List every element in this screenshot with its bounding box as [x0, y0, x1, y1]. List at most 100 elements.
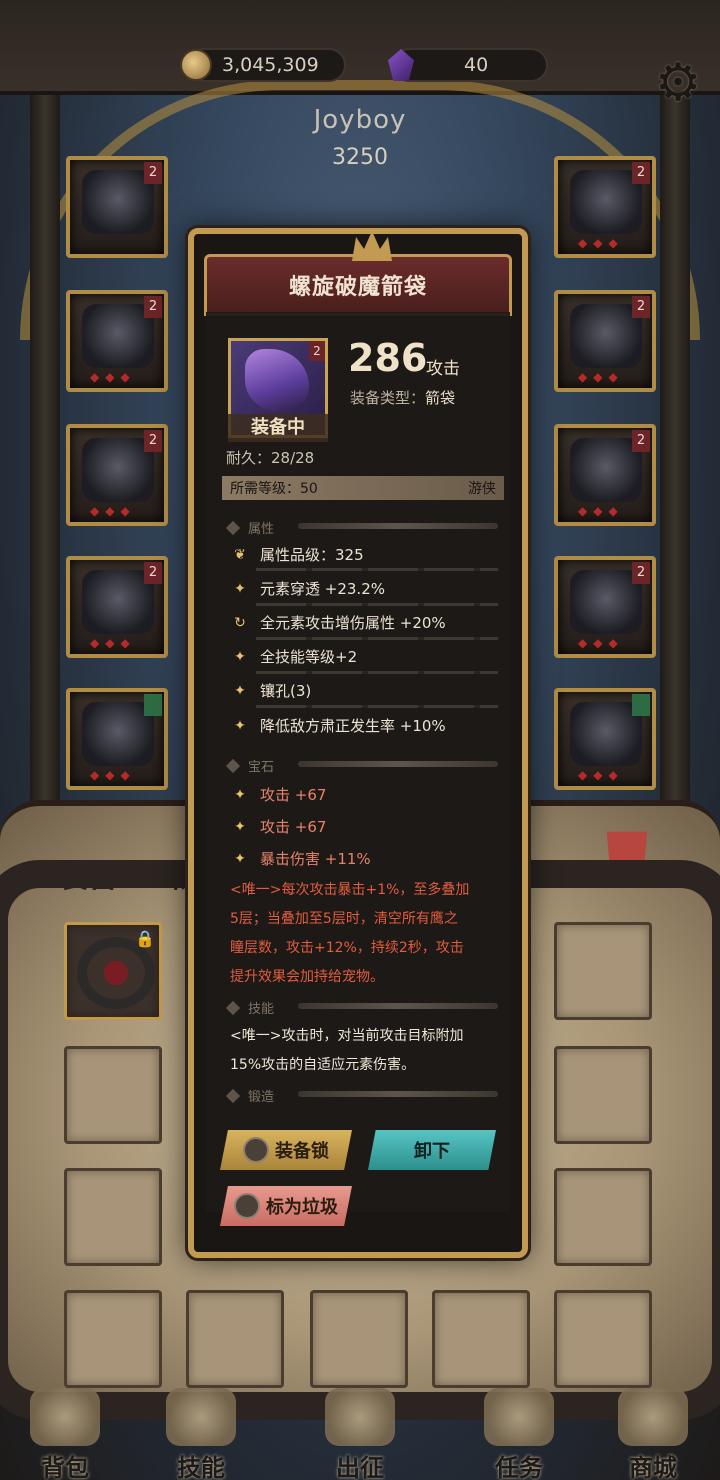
quiver-icon [245, 349, 309, 411]
inventory-slot[interactable] [554, 1046, 652, 1144]
section-skills: 技能 [225, 998, 498, 1017]
sparkle-icon: ✦ [234, 648, 246, 665]
inventory-slot[interactable] [186, 1290, 284, 1388]
equip-slot-helmet[interactable]: 2 [66, 156, 168, 258]
settings-gear-icon[interactable]: ⚙ [650, 55, 706, 111]
attribute-text: 属性品级：325 [260, 546, 364, 564]
diamond-icon [225, 758, 241, 773]
equip-slot-boots[interactable]: ◆◆◆ [66, 688, 168, 790]
nav-label: 出征 [336, 1454, 384, 1480]
nav-label: 背包 [41, 1454, 89, 1480]
equip-slot-quiver[interactable]: ◆◆◆ [554, 688, 656, 790]
equip-slot-amulet[interactable]: 2 ◆◆◆ [554, 156, 656, 258]
unique-line: 5层；当叠加至5层时，清空所有鹰之 [230, 911, 458, 927]
socket-gems: ◆◆◆ [90, 504, 136, 518]
attribute-row: ✦ 全技能等级+2 [228, 646, 357, 667]
slot-level-badge: 2 [632, 162, 650, 184]
skill-effect-text: <唯一>攻击时，对当前攻击目标附加 15%攻击的自适应元素伤害。 [230, 1022, 512, 1080]
trash-lantern-icon [234, 1193, 260, 1219]
attribute-row: ❦ 属性品级：325 [228, 544, 364, 565]
socket-gems: ◆◆◆ [578, 636, 624, 650]
socket-gems: ◆◆◆ [578, 236, 624, 250]
equipment-lock-button[interactable]: 装备锁 [220, 1130, 352, 1170]
nav-expedition[interactable]: 出征 [305, 1380, 415, 1480]
socket-gems: ◆◆◆ [90, 768, 136, 782]
equip-slot-bow[interactable]: 2 ◆◆◆ [554, 556, 656, 658]
backpack-icon [30, 1388, 100, 1446]
gem-row: ✦ 暴击伤害 +11% [228, 848, 371, 869]
player-name: Joyboy [313, 105, 407, 135]
divider [256, 671, 498, 674]
sparkle-icon: ✦ [234, 682, 246, 699]
equip-slot-trinket[interactable]: 2 ◆◆◆ [554, 424, 656, 526]
gem-row: ✦ 攻击 +67 [228, 816, 326, 837]
inventory-slot[interactable] [310, 1290, 408, 1388]
button-label: 装备锁 [275, 1141, 329, 1162]
section-label: 属性 [248, 522, 275, 537]
sparkle-icon: ✦ [234, 786, 246, 803]
crown-shop-icon [618, 1388, 688, 1446]
attribute-text: 镶孔(3) [260, 682, 312, 700]
slot-level-badge: 2 [632, 430, 650, 452]
section-label: 宝石 [248, 760, 275, 775]
nav-skills[interactable]: 技能 [146, 1380, 256, 1480]
sparkle-icon: ✦ [234, 850, 246, 867]
attribute-row: ✦ 降低敌方肃正发生率 +10% [228, 715, 446, 736]
inventory-slot[interactable] [554, 1290, 652, 1388]
button-label: 卸下 [414, 1141, 450, 1162]
nav-label: 任务 [495, 1454, 543, 1480]
inventory-slot-ring[interactable]: 🔒 [64, 922, 162, 1020]
gem-counter[interactable]: 40 [388, 48, 548, 82]
scroll-icon [484, 1388, 554, 1446]
sword-map-icon [325, 1388, 395, 1446]
equip-slot-ring[interactable]: 2 ◆◆◆ [554, 290, 656, 392]
attack-value: 286 [348, 336, 428, 380]
equip-slot-pants[interactable]: 2 ◆◆◆ [66, 556, 168, 658]
nav-shop[interactable]: 商城 [598, 1380, 708, 1480]
attribute-text: 全元素攻击增伤属性 +20% [260, 614, 446, 632]
divider [256, 637, 498, 640]
equip-slot-armor[interactable]: 2 ◆◆◆ [66, 290, 168, 392]
nav-quests[interactable]: 任务 [464, 1380, 574, 1480]
required-class: 游侠 [468, 481, 496, 497]
unique-line: 提升效果会加持给宠物。 [230, 969, 384, 985]
attribute-row: ✦ 元素穿透 +23.2% [228, 578, 385, 599]
unique-effect-text: <唯一>每次攻击暴击+1%，至多叠加 5层；当叠加至5层时，清空所有鹰之 瞳层数… [230, 876, 512, 992]
slot-level-badge: 2 [144, 296, 162, 318]
durability: 耐久：28/28 [226, 449, 315, 467]
inventory-slot[interactable] [432, 1290, 530, 1388]
equip-slot-bracer[interactable]: 2 ◆◆◆ [66, 424, 168, 526]
socket-gems: ◆◆◆ [578, 504, 624, 518]
attribute-text: 元素穿透 +23.2% [260, 580, 385, 598]
equip-type: 装备类型：箭袋 [350, 387, 455, 408]
socket-gems: ◆◆◆ [578, 768, 624, 782]
coin-counter[interactable]: 3,045,309 [180, 48, 346, 82]
coin-icon [180, 49, 212, 81]
nav-backpack[interactable]: 背包 [10, 1380, 120, 1480]
inventory-slot[interactable] [64, 1046, 162, 1144]
section-attributes: 属性 [225, 518, 498, 537]
inventory-slot[interactable] [64, 1168, 162, 1266]
divider [298, 1003, 498, 1009]
popup-title-bar: 螺旋破魔箭袋 [204, 231, 512, 316]
gem-amount: 40 [464, 54, 489, 76]
skill-book-icon [166, 1388, 236, 1446]
mark-as-trash-button[interactable]: 标为垃圾 [220, 1186, 352, 1226]
diamond-icon [225, 1088, 241, 1103]
inventory-slot[interactable] [554, 1168, 652, 1266]
inventory-slot[interactable] [64, 1290, 162, 1388]
diamond-icon [225, 1000, 241, 1015]
attribute-text: 降低敌方肃正发生率 +10% [260, 717, 446, 735]
tab-equipment[interactable]: 装备 [58, 852, 118, 896]
slot-level-badge: 2 [632, 296, 650, 318]
section-label: 锻造 [248, 1090, 275, 1105]
slot-level-badge: 2 [144, 562, 162, 584]
inventory-slot[interactable] [554, 922, 652, 1020]
socket-gems: ◆◆◆ [578, 370, 624, 384]
gem-row: ✦ 攻击 +67 [228, 784, 326, 805]
item-name: 螺旋破魔箭袋 [288, 275, 427, 300]
attack-unit: 攻击 [426, 359, 460, 379]
socket-gems: ◆◆◆ [90, 636, 136, 650]
unequip-button[interactable]: 卸下 [368, 1130, 496, 1170]
player-power: 3250 [332, 145, 388, 170]
